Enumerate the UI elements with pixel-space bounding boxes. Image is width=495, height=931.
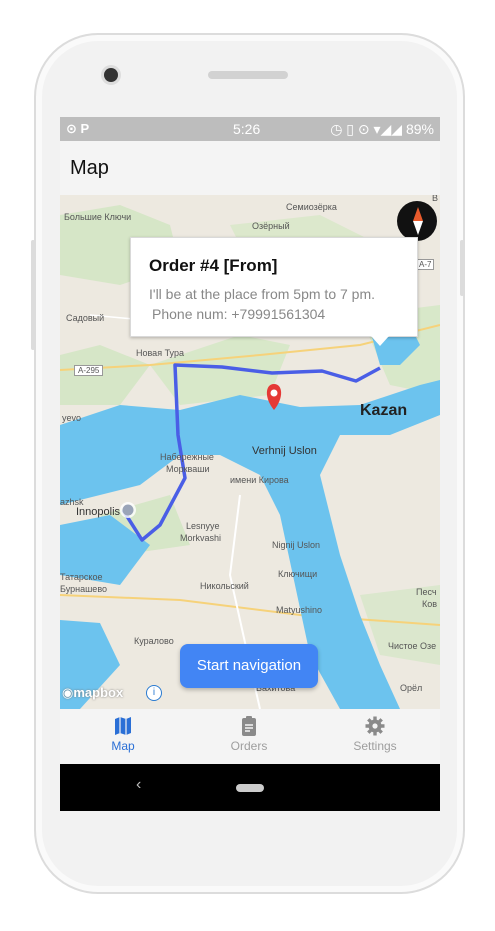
attribution-info-icon[interactable]: i bbox=[146, 685, 162, 701]
map-label: yevo bbox=[62, 413, 82, 423]
map-label: Nignij Uslon bbox=[272, 540, 321, 550]
map-label: Бурнашево bbox=[60, 584, 107, 594]
map-label: Набережные bbox=[160, 452, 214, 462]
tab-map-label: Map bbox=[111, 739, 135, 753]
compass-south-icon bbox=[413, 221, 423, 235]
map-label: Куралово bbox=[134, 636, 174, 646]
page-title: Map bbox=[70, 157, 109, 179]
map-label: Lesnyye bbox=[186, 521, 220, 531]
start-navigation-button[interactable]: Start navigation bbox=[180, 644, 318, 688]
map-label: Татарское bbox=[60, 572, 103, 582]
map-label: имени Кирова bbox=[230, 475, 289, 485]
home-button[interactable] bbox=[236, 784, 264, 792]
current-location-dot bbox=[122, 504, 134, 516]
mapbox-wordmark: mapbox bbox=[73, 685, 124, 700]
map-label: Ков bbox=[422, 599, 438, 609]
map-label: Чистое Озе bbox=[388, 641, 437, 651]
map-view[interactable]: Семиозёрка Большие Ключи Озёрный Садовый… bbox=[60, 195, 440, 709]
status-right: ◷ ▯ ⊙ ▾◢◢ 89% bbox=[330, 121, 434, 138]
callout-phone-text: Phone num: +79991561304 bbox=[152, 306, 326, 322]
map-label: Семиозёрка bbox=[286, 202, 337, 212]
status-left-icons: ⊙ P bbox=[66, 121, 90, 136]
map-label: Verhnij Uslon bbox=[252, 445, 317, 457]
map-label: Matyushino bbox=[276, 605, 323, 615]
map-label: Ключищи bbox=[278, 569, 318, 579]
map-label: Моркваши bbox=[166, 464, 210, 474]
status-time: 5:26 bbox=[233, 121, 261, 137]
status-bar: ⊙ P 5:26 ◷ ▯ ⊙ ▾◢◢ 89% bbox=[60, 117, 440, 141]
gear-icon bbox=[365, 716, 385, 736]
clipboard-icon bbox=[242, 716, 256, 736]
compass-north-icon bbox=[413, 207, 423, 221]
map-label: Никольский bbox=[200, 581, 249, 591]
tab-settings-label: Settings bbox=[353, 739, 397, 753]
map-label: Morkvashi bbox=[180, 533, 222, 543]
map-label: Kazan bbox=[360, 402, 408, 419]
callout-time-text: I'll be at the place from 5pm to 7 pm. bbox=[149, 286, 376, 302]
map-label: A-7 bbox=[416, 259, 435, 270]
tab-map[interactable]: Map bbox=[60, 715, 186, 753]
map-icon bbox=[115, 717, 131, 735]
callout-title: Order #4 [From] bbox=[149, 256, 278, 275]
earpiece-speaker bbox=[208, 71, 288, 79]
mapbox-logo[interactable]: ◉mapbox bbox=[62, 685, 123, 701]
battery-percent: 89% bbox=[405, 121, 434, 137]
map-label: A-295 bbox=[74, 365, 104, 376]
mapbox-logo-icon: ◉ bbox=[62, 685, 74, 700]
map-label: Новая Тура bbox=[136, 348, 184, 358]
map-label: Озёрный bbox=[252, 221, 290, 231]
phone-screen: ⊙ P 5:26 ◷ ▯ ⊙ ▾◢◢ 89% Map Семиозёрка Бо… bbox=[60, 117, 440, 811]
status-icons: ◷ ▯ ⊙ ▾◢◢ bbox=[330, 121, 403, 137]
order-callout[interactable]: Order #4 [From] I'll be at the place fro… bbox=[130, 237, 418, 346]
map-label: Садовый bbox=[66, 313, 105, 323]
volume-button bbox=[31, 240, 35, 350]
system-navigation-bar: ‹ bbox=[60, 764, 440, 811]
power-button bbox=[460, 240, 464, 296]
tab-orders-label: Orders bbox=[230, 739, 268, 753]
map-label: Большие Ключи bbox=[64, 212, 132, 222]
front-camera bbox=[104, 68, 118, 82]
bottom-navigation: Map Orders Settings bbox=[60, 709, 440, 764]
back-button[interactable]: ‹ bbox=[136, 776, 141, 794]
app-bar: Map bbox=[60, 141, 440, 196]
tab-orders[interactable]: Orders bbox=[186, 715, 312, 753]
map-label: В bbox=[432, 195, 439, 203]
map-label: Орёл bbox=[400, 683, 423, 693]
tab-settings[interactable]: Settings bbox=[312, 715, 438, 753]
map-label: Песч bbox=[416, 587, 437, 597]
map-label: Innopolis bbox=[76, 506, 121, 518]
compass-button[interactable] bbox=[397, 201, 437, 241]
